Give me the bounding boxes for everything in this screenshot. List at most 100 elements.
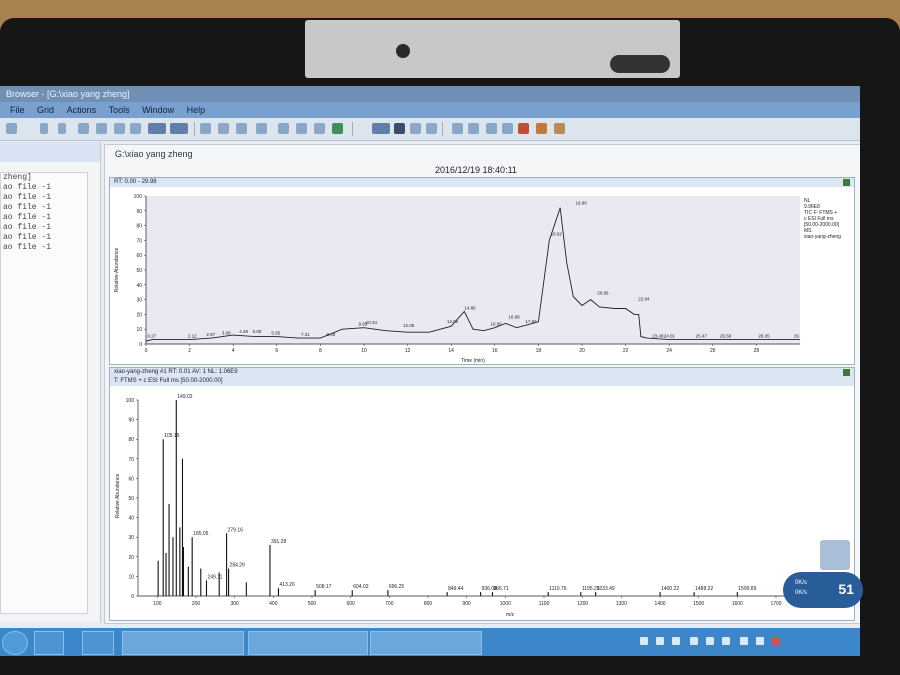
y-tick-label: 0 — [131, 594, 134, 600]
taskbar-item-folder[interactable] — [122, 631, 244, 655]
menu-actions[interactable]: Actions — [67, 105, 97, 115]
tray-icon[interactable] — [722, 637, 730, 645]
spectrum-subtitle: T: FTMS + c ESI Full ms [50.00-2000.00] — [114, 378, 223, 384]
list-item[interactable]: ao file -1 — [1, 203, 87, 213]
list-item[interactable]: ao file -1 — [1, 243, 87, 253]
tray-icon[interactable] — [690, 637, 698, 645]
peak-icon[interactable] — [486, 123, 497, 134]
fit-icon[interactable] — [278, 123, 289, 134]
y-tick-label: 90 — [136, 209, 142, 215]
peak-label: 24.01 — [664, 334, 676, 339]
y-tick-label: 50 — [128, 496, 134, 502]
list-item[interactable]: ao file -1 — [1, 183, 87, 193]
menu-tools[interactable]: Tools — [109, 105, 130, 115]
forward-arrow-icon[interactable] — [58, 123, 66, 134]
x-tick-label: 800 — [424, 601, 433, 607]
y-tick-label: 30 — [136, 298, 142, 304]
options-icon[interactable] — [554, 123, 565, 134]
tray-alert-icon[interactable] — [772, 637, 780, 645]
settings-icon[interactable] — [536, 123, 547, 134]
chromatogram-panel[interactable]: RT: 0.00 - 29.98 NL 9.96E8 TIC F: FTMS +… — [109, 177, 855, 365]
taskbar-item-xcalibur[interactable] — [248, 631, 368, 655]
list-item[interactable]: ao file -1 — [1, 193, 87, 203]
list-item[interactable]: ao file -1 — [1, 223, 87, 233]
print-icon[interactable] — [410, 123, 421, 134]
network-app-icon[interactable] — [34, 631, 64, 655]
list-view-icon[interactable] — [170, 123, 188, 134]
zoom-in-icon[interactable] — [114, 123, 125, 134]
panel-menu-icon[interactable] — [843, 179, 850, 186]
speed-percent: 51 — [838, 581, 854, 597]
peak-label: 20.96 — [597, 291, 609, 296]
x-tick-label: 1100 — [539, 601, 550, 607]
y-tick-label: 70 — [128, 457, 134, 463]
peak-label: 1488.22 — [695, 586, 713, 592]
annotate-icon[interactable] — [452, 123, 463, 134]
layout-icon[interactable] — [296, 123, 307, 134]
spectrum-panel[interactable]: xiao-yang-zheng #1 RT: 0.01 AV: 1 NL: 1.… — [109, 367, 855, 621]
weather-app-icon[interactable] — [82, 631, 114, 655]
spectrum-window: G:\xiao yang zheng 2016/12/19 18:40:11 R… — [104, 144, 860, 624]
grid-view-icon[interactable] — [148, 123, 166, 134]
peak-label: 16.06 — [490, 322, 502, 327]
delete-icon[interactable] — [518, 123, 529, 134]
peak-label: 14.86 — [464, 305, 476, 310]
tile-icon[interactable] — [314, 123, 325, 134]
spectrum-title: xiao-yang-zheng #1 RT: 0.01 AV: 1 NL: 1.… — [114, 369, 238, 375]
x-tick-label: 1000 — [500, 601, 511, 607]
tray-icon[interactable] — [656, 637, 664, 645]
peak-label: 5.09 — [253, 329, 262, 334]
x-tick-label: 14 — [448, 348, 454, 354]
tray-icon[interactable] — [740, 637, 748, 645]
tray-icon[interactable] — [706, 637, 714, 645]
up-arrow-icon[interactable] — [96, 123, 107, 134]
label-icon[interactable] — [502, 123, 513, 134]
cursor-icon[interactable] — [200, 123, 211, 134]
menu-grid[interactable]: Grid — [37, 105, 54, 115]
peak-label: 149.02 — [177, 394, 193, 400]
window-title-bar: Browser - [G:\xiao yang zheng] — [0, 86, 860, 102]
tray-icon[interactable] — [672, 637, 680, 645]
pointer-icon[interactable] — [236, 123, 247, 134]
webcam-sensor — [610, 55, 670, 73]
x-tick-label: 18 — [536, 348, 542, 354]
taskbar-item-browser[interactable] — [370, 631, 482, 655]
spectrum-view-icon[interactable] — [372, 123, 390, 134]
expand-icon[interactable] — [78, 123, 89, 134]
list-item[interactable]: ao file -1 — [1, 213, 87, 223]
peak-label: 966.71 — [493, 586, 509, 592]
list-item[interactable]: zheng] — [1, 173, 87, 183]
start-button-icon[interactable] — [2, 631, 28, 655]
y-tick-label: 50 — [136, 268, 142, 274]
pan-icon[interactable] — [218, 123, 229, 134]
back-arrow-icon[interactable] — [40, 123, 48, 134]
x-tick-label: 1400 — [654, 601, 665, 607]
menu-file[interactable]: File — [10, 105, 25, 115]
peak-label: 28.35 — [758, 334, 770, 339]
panel-menu-icon[interactable] — [843, 369, 850, 376]
window-title: Browser - [G:\xiao yang zheng] — [6, 89, 130, 99]
peak-label: 849.44 — [448, 586, 464, 592]
menu-help[interactable]: Help — [187, 105, 206, 115]
scale-icon[interactable] — [256, 123, 267, 134]
zoom-out-icon[interactable] — [130, 123, 141, 134]
clock[interactable] — [814, 637, 854, 649]
y-tick-label: 20 — [136, 312, 142, 318]
floating-tile-icon[interactable] — [820, 540, 850, 570]
refresh-icon[interactable] — [332, 123, 343, 134]
save-icon[interactable] — [394, 123, 405, 134]
peak-label: 1599.89 — [738, 586, 756, 592]
tray-icon[interactable] — [756, 637, 764, 645]
tray-icon[interactable] — [640, 637, 648, 645]
x-tick-label: 10 — [361, 348, 367, 354]
chromatogram-info: NL 9.96E8 TIC F: FTMS + c ESI Full ms [5… — [804, 198, 850, 240]
copy-icon[interactable] — [426, 123, 437, 134]
peak-label: 12.05 — [403, 323, 415, 328]
network-speed-widget[interactable]: 0K/s 0K/s 51 — [783, 572, 863, 608]
peak-label: 26.59 — [720, 334, 732, 339]
menu-window[interactable]: Window — [142, 105, 174, 115]
measure-icon[interactable] — [468, 123, 479, 134]
open-icon[interactable] — [6, 123, 17, 134]
x-tick-label: 16 — [492, 348, 498, 354]
list-item[interactable]: ao file -1 — [1, 233, 87, 243]
